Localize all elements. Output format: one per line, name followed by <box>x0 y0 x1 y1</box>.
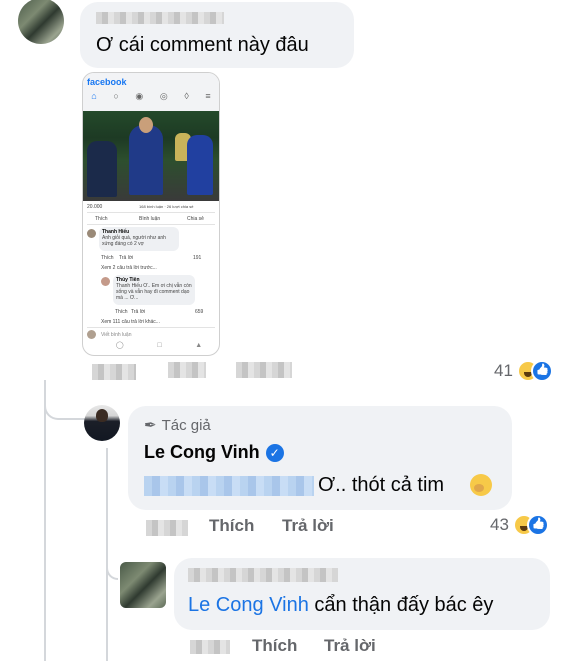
embedded-post-screenshot: facebook ⌂ ○ ◉ ◎ ◊ ≡ 20.000 168 bình luậ… <box>82 72 220 356</box>
post-comment-action[interactable]: Bình luận <box>139 216 160 222</box>
phone-comment1-avatar <box>87 229 96 238</box>
like-icon <box>526 514 549 536</box>
phone-comment1-count: 191 <box>193 255 202 261</box>
phone-forward-icon: ▲ <box>195 342 203 349</box>
phone-see-more-2[interactable]: Xem 111 câu trả lời khác... <box>101 319 160 325</box>
phone-comment2-avatar <box>101 277 110 286</box>
reply2-reply-link[interactable]: Trả lời <box>324 636 376 656</box>
facebook-logo: facebook <box>87 77 127 87</box>
phone-comment1-like[interactable]: Thích <box>101 255 114 261</box>
comment-reaction-count: 41 <box>494 361 513 380</box>
home-icon: ⌂ <box>91 91 97 101</box>
author-badge: ✒ Tác giả <box>144 416 211 435</box>
phone-back-icon: □ <box>157 342 162 349</box>
phone-comment1-text: Anh giỏi quá, người như anh xứng đáng có… <box>102 235 166 247</box>
comment-like-redacted[interactable] <box>168 362 206 378</box>
replier-name-redacted[interactable] <box>188 568 338 582</box>
thread-curve-2 <box>106 548 118 580</box>
reply2-text: cẩn thận đấy bác êy <box>314 594 494 616</box>
reply2-text-row: Le Cong Vinh cẩn thận đấy bác êy <box>188 594 493 617</box>
post-stats: 168 bình luận · 26 lượt chia sẻ <box>139 204 194 209</box>
phone-write-comment[interactable]: Viết bình luận <box>101 332 132 338</box>
like-icon <box>530 360 553 382</box>
replier-avatar[interactable] <box>120 562 166 608</box>
mention-redacted[interactable] <box>144 476 314 496</box>
post-like-action[interactable]: Thích <box>95 216 108 222</box>
author-name[interactable]: Le Cong Vinh <box>144 442 260 463</box>
author-badge-label: Tác giả <box>161 416 211 434</box>
pen-icon: ✒ <box>144 417 157 434</box>
menu-icon: ≡ <box>205 91 211 101</box>
reply1-like-link[interactable]: Thích <box>209 516 254 536</box>
comment-reply-redacted[interactable] <box>236 362 292 378</box>
groups-icon: ◉ <box>135 91 144 101</box>
phone-home-icon: ◯ <box>115 342 124 349</box>
commenter-name-redacted[interactable] <box>96 12 224 24</box>
notifications-icon: ◊ <box>184 91 189 101</box>
reply1-time-redacted <box>146 520 188 536</box>
comment-time-redacted <box>92 364 136 380</box>
author-reply-text: Ơ.. thót cả tim <box>318 474 445 496</box>
phone-comment2-count: 659 <box>195 309 204 315</box>
thread-line <box>44 380 46 661</box>
profile-icon: ◎ <box>159 91 168 101</box>
phone-see-more-1[interactable]: Xem 2 câu trả lời trước... <box>101 265 157 271</box>
reply2-time-redacted <box>190 640 230 654</box>
reply2-like-link[interactable]: Thích <box>252 636 297 656</box>
comment-text: Ơ cái comment này đâu <box>96 34 309 56</box>
post-photo <box>83 111 219 201</box>
commenter-avatar[interactable] <box>18 0 64 44</box>
reply1-reply-link[interactable]: Trả lời <box>282 516 334 536</box>
phone-comment1-reply[interactable]: Trả lời <box>119 255 133 261</box>
verified-badge-icon: ✓ <box>265 443 284 462</box>
reply2-bubble: Le Cong Vinh cẩn thận đấy bác êy <box>174 558 550 630</box>
mention-link[interactable]: Le Cong Vinh <box>188 594 309 616</box>
post-reaction-count: 20.000 <box>87 204 103 210</box>
reply1-reaction-count: 43 <box>490 515 509 534</box>
post-share-action[interactable]: Chia sẻ <box>187 216 204 222</box>
phone-nav-bar: ⌂ ○ ◉ ◎ ◊ ≡ <box>83 91 219 107</box>
author-name-row: Le Cong Vinh ✓ <box>144 442 284 463</box>
phone-comment2-text: Thanh Hiếu Ơ.. Em ơi chị vẫn còn sống và… <box>116 283 192 301</box>
author-reply-bubble: ✒ Tác giả Le Cong Vinh ✓ Ơ.. thót cả tim <box>128 406 512 510</box>
le-cong-vinh-avatar[interactable] <box>84 405 120 441</box>
comment-bubble: Ơ cái comment này đâu <box>80 2 354 68</box>
phone-comment2-like[interactable]: Thích <box>115 309 128 315</box>
comment-reactions[interactable]: 41 <box>494 360 553 382</box>
phone-comment2-reply[interactable]: Trả lời <box>131 309 145 315</box>
thread-curve <box>44 380 86 420</box>
reply1-reactions[interactable]: 43 <box>490 514 549 536</box>
hushed-face-icon <box>470 474 492 496</box>
friends-icon: ○ <box>113 91 119 101</box>
phone-user-avatar <box>87 330 96 339</box>
